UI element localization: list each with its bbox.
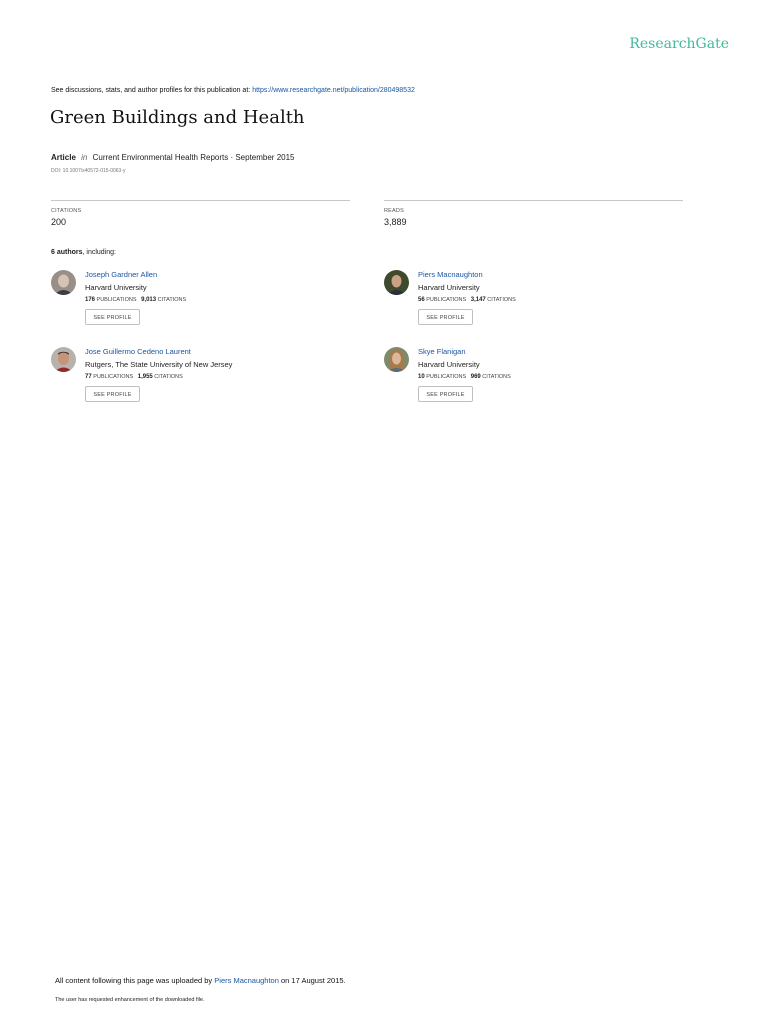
meta-in: in — [81, 153, 88, 162]
citations-count: 9,013 — [141, 297, 157, 303]
citations-label: CITATIONS — [482, 374, 511, 380]
citations-count: 3,147 — [470, 297, 486, 303]
author-card: Jose Guillermo Cedeno Laurent Rutgers, T… — [51, 347, 341, 417]
see-profile-button[interactable]: SEE PROFILE — [418, 309, 473, 325]
doi: DOI: 10.1007/s40572-015-0063-y — [51, 168, 126, 174]
publications-label: PUBLICATIONS — [93, 374, 134, 380]
publication-meta: Article in Current Environmental Health … — [51, 153, 295, 162]
author-name-link[interactable]: Piers Macnaughton — [418, 270, 483, 279]
citations-label: CITATIONS — [487, 297, 516, 303]
citations-label: CITATIONS — [51, 208, 82, 214]
article-type: Article — [51, 153, 76, 162]
author-avatar[interactable] — [384, 347, 409, 372]
see-profile-button[interactable]: SEE PROFILE — [418, 386, 473, 402]
author-avatar[interactable] — [384, 270, 409, 295]
upload-suffix: on 17 August 2015. — [281, 976, 346, 985]
publications-count: 77 — [85, 374, 92, 380]
author-card: Joseph Gardner Allen Harvard University … — [51, 270, 341, 340]
authors-count: 6 authors — [51, 249, 83, 256]
see-profile-button[interactable]: SEE PROFILE — [85, 386, 140, 402]
authors-suffix: , including: — [82, 249, 116, 256]
author-name-link[interactable]: Jose Guillermo Cedeno Laurent — [85, 347, 191, 356]
author-name-link[interactable]: Skye Flanigan — [418, 347, 466, 356]
author-card: Skye Flanigan Harvard University 10 PUBL… — [384, 347, 674, 417]
reads-value: 3,889 — [384, 217, 407, 227]
enhancement-note: The user has requested enhancement of th… — [55, 997, 205, 1003]
author-institution: Rutgers, The State University of New Jer… — [85, 360, 233, 369]
author-institution: Harvard University — [418, 283, 480, 292]
citations-label: CITATIONS — [157, 297, 187, 303]
journal-info: Current Environmental Health Reports · S… — [92, 153, 295, 162]
author-avatar[interactable] — [51, 270, 76, 295]
author-card: Piers Macnaughton Harvard University 56 … — [384, 270, 674, 340]
authors-heading: 6 authors, including: — [51, 249, 116, 256]
author-stats: 77 PUBLICATIONS 1,955 CITATIONS — [85, 374, 183, 380]
author-avatar[interactable] — [51, 347, 76, 372]
author-stats: 56 PUBLICATIONS 3,147 CITATIONS — [418, 297, 516, 303]
discussion-prefix: See discussions, stats, and author profi… — [51, 87, 251, 94]
publications-count: 176 — [85, 297, 96, 303]
publications-label: PUBLICATIONS — [426, 374, 467, 380]
upload-prefix: All content following this page was uplo… — [55, 976, 213, 985]
publications-label: PUBLICATIONS — [426, 297, 467, 303]
citations-stat: CITATIONS 200 — [51, 200, 350, 227]
author-stats: 176 PUBLICATIONS 9,013 CITATIONS — [85, 297, 186, 303]
upload-notice: All content following this page was uplo… — [55, 976, 346, 985]
publication-link[interactable]: https://www.researchgate.net/publication… — [252, 87, 415, 94]
citations-count: 969 — [470, 374, 481, 380]
researchgate-logo[interactable]: ResearchGate — [629, 36, 729, 52]
discussion-line: See discussions, stats, and author profi… — [51, 87, 415, 94]
reads-stat: READS 3,889 — [384, 200, 683, 227]
author-institution: Harvard University — [85, 283, 147, 292]
uploader-link[interactable]: Piers Macnaughton — [214, 976, 279, 985]
publications-count: 10 — [418, 374, 425, 380]
citations-value: 200 — [51, 217, 67, 227]
author-institution: Harvard University — [418, 360, 480, 369]
author-stats: 10 PUBLICATIONS 969 CITATIONS — [418, 374, 511, 380]
citations-label: CITATIONS — [154, 374, 183, 380]
author-name-link[interactable]: Joseph Gardner Allen — [85, 270, 157, 279]
page-title: Green Buildings and Health — [50, 107, 305, 128]
publications-count: 56 — [418, 297, 425, 303]
publications-label: PUBLICATIONS — [96, 297, 137, 303]
reads-label: READS — [384, 208, 404, 214]
see-profile-button[interactable]: SEE PROFILE — [85, 309, 140, 325]
citations-count: 1,955 — [137, 374, 153, 380]
